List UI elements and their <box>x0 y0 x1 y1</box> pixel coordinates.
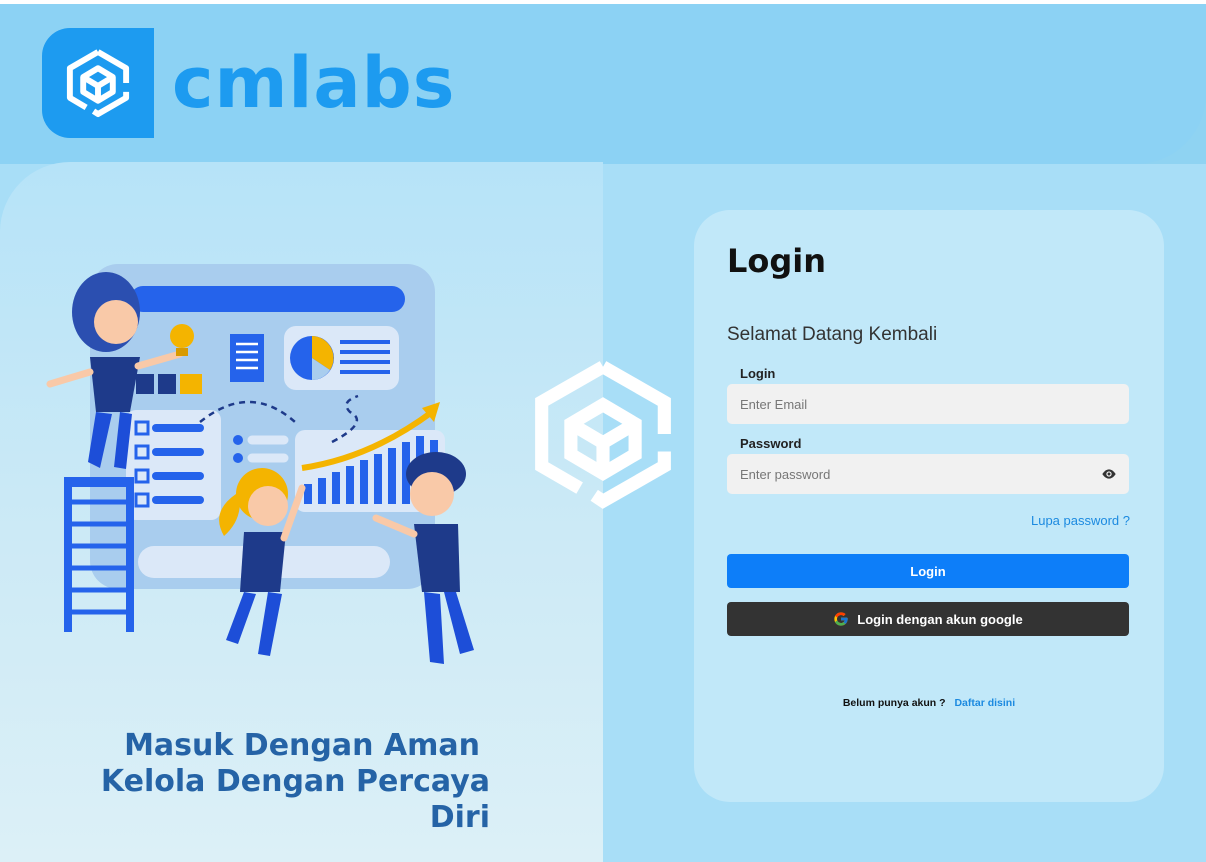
email-field[interactable] <box>740 396 1080 412</box>
cube-hexagon-icon <box>42 28 154 138</box>
welcome-text: Selamat Datang Kembali <box>727 324 938 345</box>
google-login-button[interactable]: Login dengan akun google <box>727 602 1129 636</box>
email-field-wrap <box>727 384 1129 424</box>
password-field[interactable] <box>740 466 1080 482</box>
login-title: Login <box>727 242 827 280</box>
register-link[interactable]: Daftar disini <box>954 697 1015 709</box>
login-button[interactable]: Login <box>727 554 1129 588</box>
register-question: Belum punya akun ? <box>842 697 946 709</box>
tagline-line-2: Kelola Dengan Percaya Diri <box>100 764 490 835</box>
brand-name: cmlabs <box>172 42 456 124</box>
login-card: Login Selamat Datang Kembali Login Passw… <box>694 210 1164 802</box>
brand-logo[interactable]: cmlabs <box>42 28 455 138</box>
hero-tagline: Masuk Dengan Aman Kelola Dengan Percaya … <box>50 728 490 836</box>
google-login-label: Login dengan akun google <box>857 611 1023 627</box>
tagline-line-1: Masuk Dengan Aman <box>124 728 480 763</box>
eye-icon[interactable] <box>1101 466 1117 482</box>
google-g-icon <box>834 612 848 626</box>
login-page: cmlabs Masuk Dengan Aman Kelola Dengan P… <box>0 4 1206 862</box>
cube-watermark-icon <box>535 361 671 509</box>
email-label: Login <box>740 366 776 381</box>
password-label: Password <box>740 436 802 451</box>
forgot-password-link[interactable]: Lupa password ? <box>1031 513 1130 528</box>
register-prompt: Belum punya akun ? Daftar disini <box>694 697 1164 709</box>
password-field-wrap <box>727 454 1129 494</box>
team-dashboard-illustration <box>46 264 474 664</box>
